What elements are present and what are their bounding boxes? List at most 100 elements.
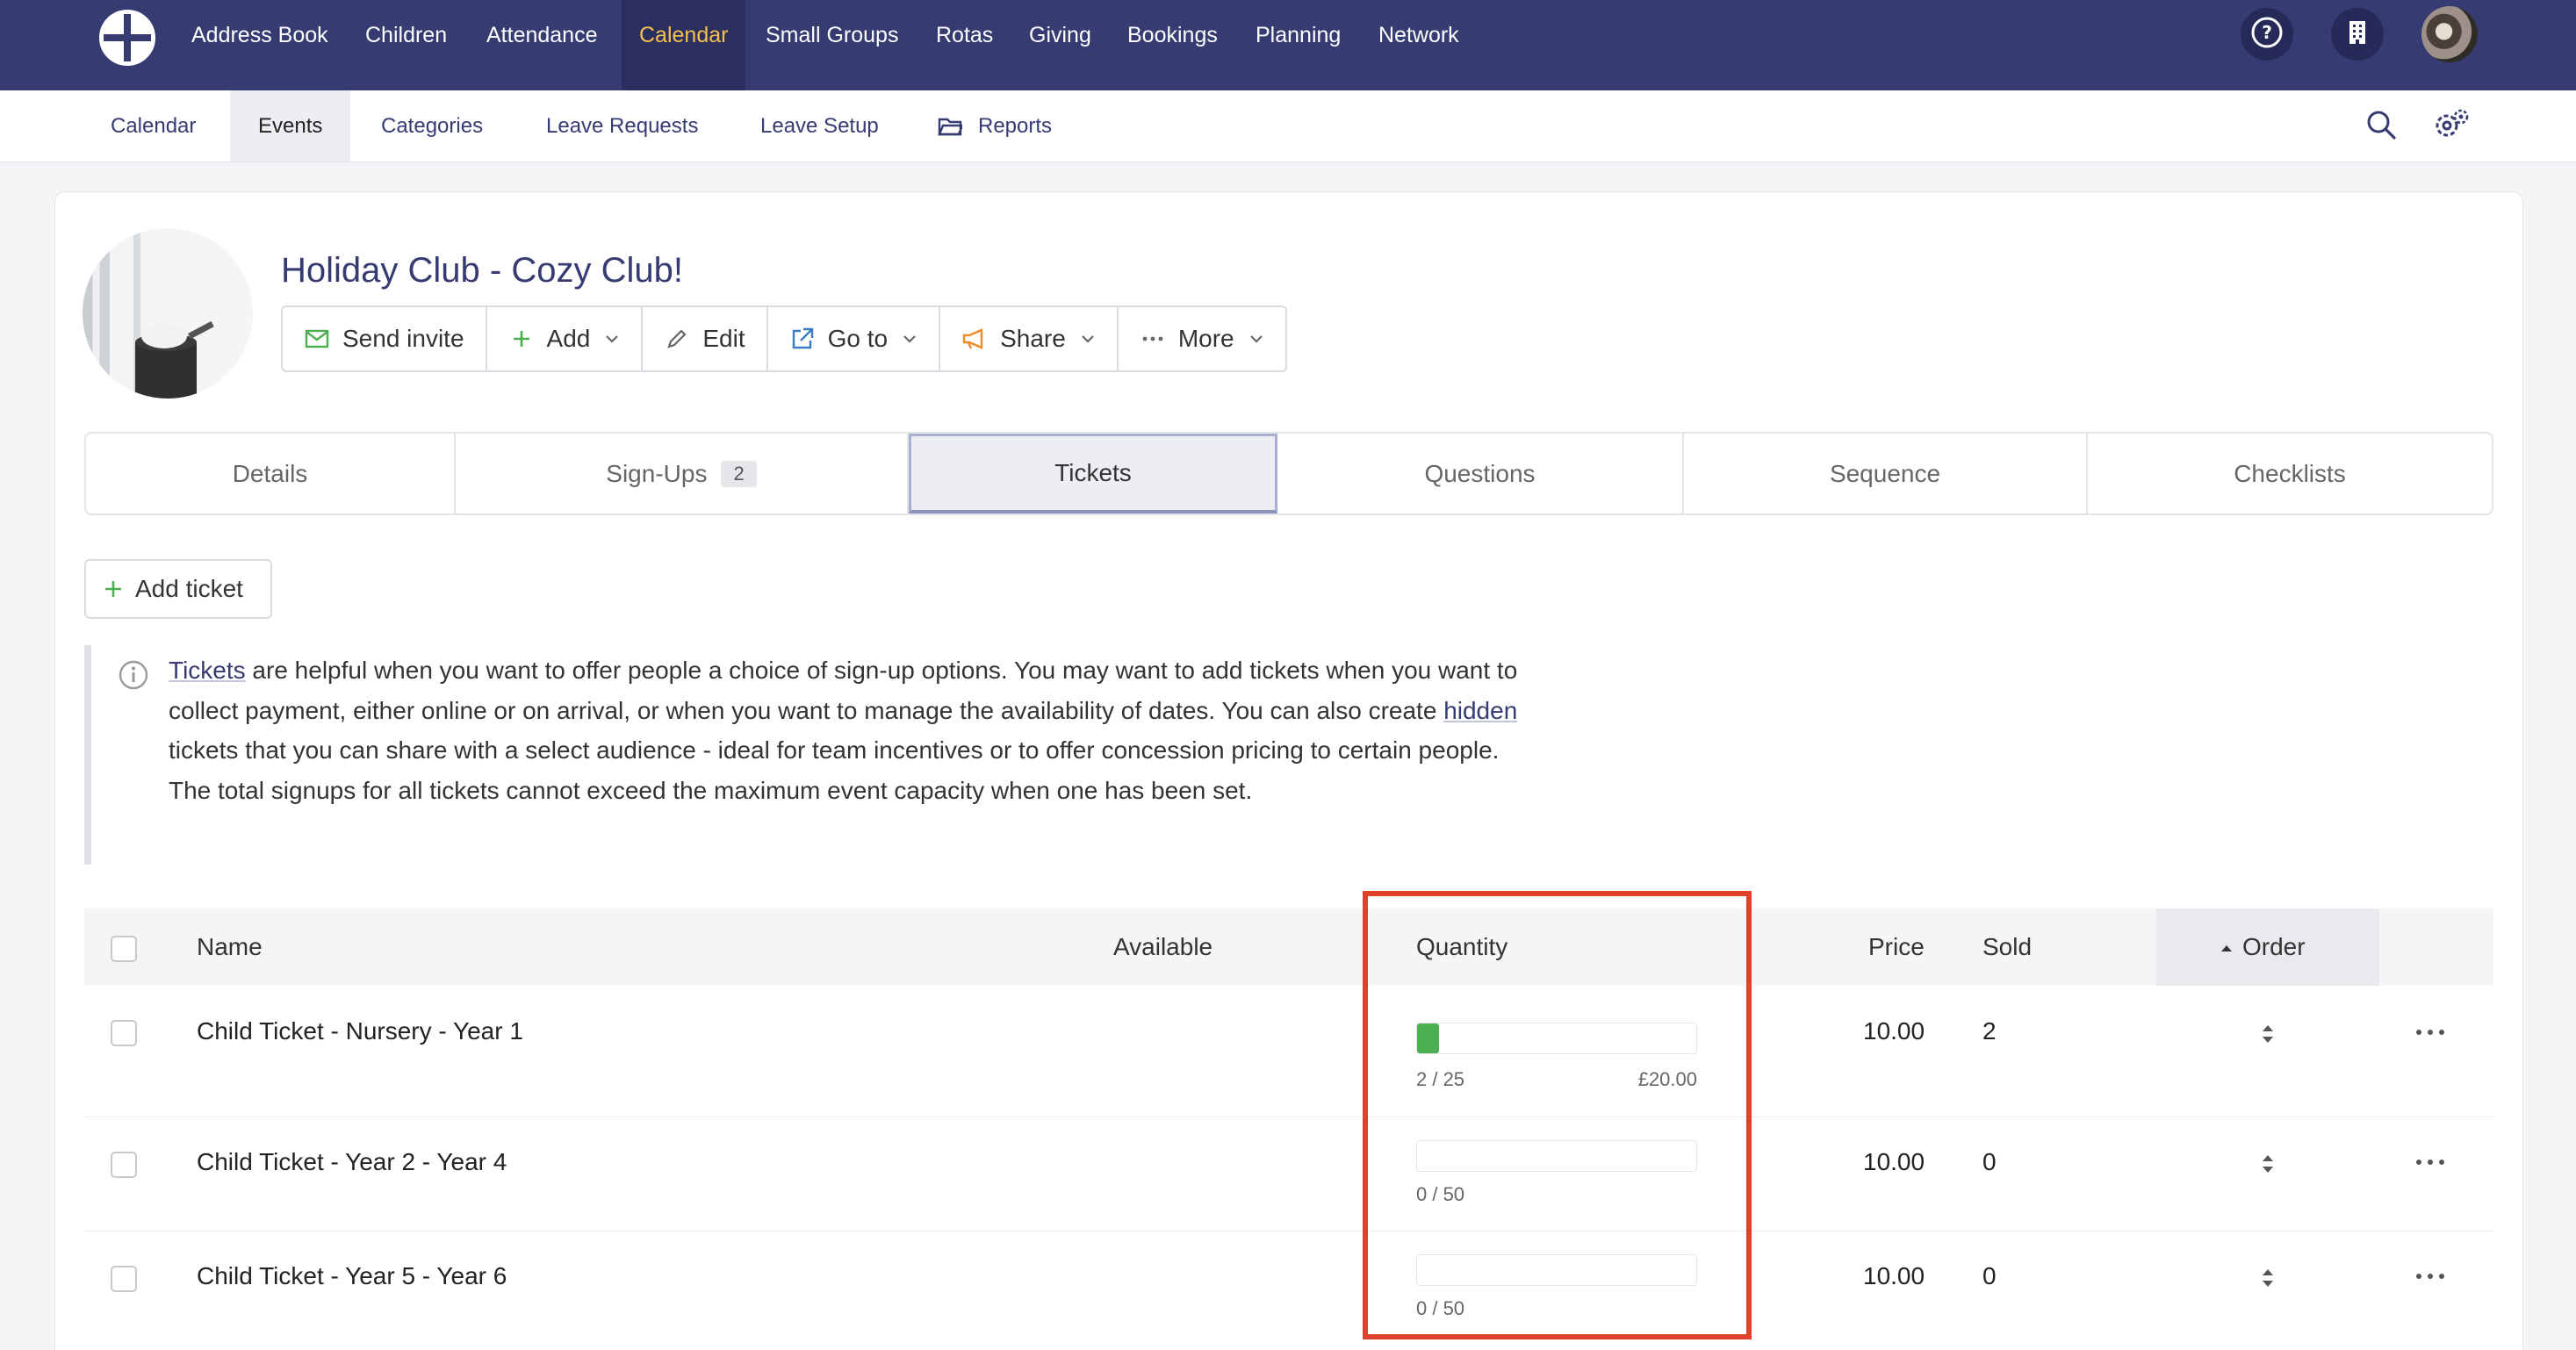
row-checkbox[interactable] xyxy=(111,1266,137,1292)
header-price[interactable]: Price xyxy=(1868,908,1925,986)
edit-label: Edit xyxy=(702,325,745,352)
row-actions-ellipsis-icon[interactable] xyxy=(2416,1274,2444,1281)
tab-checklists-label: Checklists xyxy=(2234,459,2346,487)
add-dropdown-button[interactable]: Add xyxy=(487,307,644,370)
subnav-categories[interactable]: Categories xyxy=(353,90,511,162)
nav-planning[interactable]: Planning xyxy=(1238,0,1358,90)
add-ticket-button[interactable]: Add ticket xyxy=(84,559,272,619)
subnav-leave-requests[interactable]: Leave Requests xyxy=(518,90,726,162)
event-title: Holiday Club - Cozy Club! xyxy=(281,251,683,290)
row-actions-ellipsis-icon[interactable] xyxy=(2416,1030,2444,1037)
info-text-part1: are helpful when you want to offer peopl… xyxy=(169,657,1518,724)
nav-calendar[interactable]: Calendar xyxy=(622,0,746,90)
tab-sequence-label: Sequence xyxy=(1829,459,1941,487)
help-button[interactable]: ? xyxy=(2241,8,2293,61)
edit-button[interactable]: Edit xyxy=(643,307,768,370)
info-icon xyxy=(118,659,149,695)
megaphone-icon xyxy=(961,326,988,352)
event-tabs: Details Sign-Ups 2 Tickets Questions Seq… xyxy=(84,432,2493,515)
event-photo xyxy=(83,228,253,399)
tab-checklists[interactable]: Checklists xyxy=(2088,434,2492,513)
select-all-checkbox[interactable] xyxy=(111,936,137,962)
search-button[interactable] xyxy=(2364,109,2399,144)
ticket-sold: 0 xyxy=(1982,1148,1997,1175)
info-text-part2: tickets that you can share with a select… xyxy=(169,736,1500,804)
sub-nav: Calendar Events Categories Leave Request… xyxy=(0,90,2576,162)
event-actions: Send invite Add Edit Go to Share More xyxy=(281,305,1287,372)
nav-network[interactable]: Network xyxy=(1361,0,1477,90)
chevron-down-icon xyxy=(1248,334,1264,344)
subnav-leave-setup[interactable]: Leave Setup xyxy=(732,90,907,162)
nav-small-groups[interactable]: Small Groups xyxy=(748,0,916,90)
envelope-icon xyxy=(304,326,330,352)
quantity-column-highlight xyxy=(1363,891,1752,1339)
row-checkbox[interactable] xyxy=(111,1152,137,1178)
ticket-sold: 2 xyxy=(1982,1017,1997,1045)
header-available[interactable]: Available xyxy=(1113,908,1212,986)
row-checkbox[interactable] xyxy=(111,1020,137,1046)
ticket-name[interactable]: Child Ticket - Nursery - Year 1 xyxy=(197,1017,523,1045)
go-to-dropdown-button[interactable]: Go to xyxy=(768,307,941,370)
nav-bookings[interactable]: Bookings xyxy=(1110,0,1235,90)
chevron-down-icon xyxy=(902,334,917,344)
nav-children[interactable]: Children xyxy=(348,0,464,90)
subnav-reports[interactable]: Reports xyxy=(908,90,1080,162)
building-icon xyxy=(2347,19,2368,50)
ticket-name[interactable]: Child Ticket - Year 2 - Year 4 xyxy=(197,1148,507,1176)
tab-sequence[interactable]: Sequence xyxy=(1684,434,2088,513)
user-avatar[interactable] xyxy=(2421,6,2478,62)
settings-button[interactable] xyxy=(2434,109,2469,144)
more-label: More xyxy=(1177,325,1234,352)
add-ticket-label: Add ticket xyxy=(135,575,243,602)
nav-rotas[interactable]: Rotas xyxy=(918,0,1011,90)
gears-icon xyxy=(2433,108,2470,146)
sign-ups-count-badge: 2 xyxy=(721,460,757,487)
tab-tickets[interactable]: Tickets xyxy=(909,434,1277,513)
row-actions-ellipsis-icon[interactable] xyxy=(2416,1160,2444,1167)
chevron-down-icon xyxy=(604,334,620,344)
ticket-price: 10.00 xyxy=(1863,1017,1925,1045)
subnav-events[interactable]: Events xyxy=(230,90,351,162)
help-icon: ? xyxy=(2250,16,2284,54)
subnav-calendar[interactable]: Calendar xyxy=(83,90,224,162)
app-logo-icon[interactable] xyxy=(97,7,158,68)
tab-sign-ups-label: Sign-Ups xyxy=(606,459,708,487)
tab-tickets-label: Tickets xyxy=(1054,459,1132,486)
sort-ascending-icon xyxy=(2220,942,2234,958)
send-invite-button[interactable]: Send invite xyxy=(283,307,487,370)
sort-handle-icon[interactable] xyxy=(2259,1265,2277,1291)
table-row[interactable]: Child Ticket - Year 5 - Year 6 0 / 50 10… xyxy=(84,1232,2493,1350)
nav-giving[interactable]: Giving xyxy=(1011,0,1109,90)
ellipsis-icon xyxy=(1140,326,1166,352)
send-invite-label: Send invite xyxy=(342,325,464,352)
plus-icon xyxy=(104,579,123,599)
share-label: Share xyxy=(1000,325,1066,352)
subnav-reports-label: Reports xyxy=(978,114,1053,138)
nav-address-book[interactable]: Address Book xyxy=(174,0,346,90)
header-order[interactable]: Order xyxy=(2156,908,2379,986)
sort-handle-icon[interactable] xyxy=(2259,1151,2277,1177)
header-name[interactable]: Name xyxy=(197,908,263,986)
organisation-button[interactable] xyxy=(2331,8,2384,61)
hidden-tickets-link[interactable]: hidden xyxy=(1443,697,1517,724)
external-link-icon xyxy=(789,326,816,352)
header-sold[interactable]: Sold xyxy=(1982,908,2032,986)
tab-details[interactable]: Details xyxy=(86,434,456,513)
folder-icon xyxy=(938,90,964,190)
svg-text:?: ? xyxy=(2262,22,2272,43)
tickets-help-link[interactable]: Tickets xyxy=(169,657,246,684)
table-row[interactable]: Child Ticket - Nursery - Year 1 2 / 25 £… xyxy=(84,986,2493,1117)
nav-attendance[interactable]: Attendance xyxy=(469,0,615,90)
share-dropdown-button[interactable]: Share xyxy=(940,307,1119,370)
more-dropdown-button[interactable]: More xyxy=(1119,307,1285,370)
add-label: Add xyxy=(546,325,591,352)
header-order-label: Order xyxy=(2242,933,2306,960)
tab-questions-label: Questions xyxy=(1424,459,1536,487)
table-row[interactable]: Child Ticket - Year 2 - Year 4 0 / 50 10… xyxy=(84,1117,2493,1232)
go-to-label: Go to xyxy=(827,325,889,352)
ticket-sold: 0 xyxy=(1982,1262,1997,1289)
sort-handle-icon[interactable] xyxy=(2259,1021,2277,1047)
tab-sign-ups[interactable]: Sign-Ups 2 xyxy=(456,434,909,513)
ticket-name[interactable]: Child Ticket - Year 5 - Year 6 xyxy=(197,1262,507,1290)
tab-questions[interactable]: Questions xyxy=(1277,434,1684,513)
